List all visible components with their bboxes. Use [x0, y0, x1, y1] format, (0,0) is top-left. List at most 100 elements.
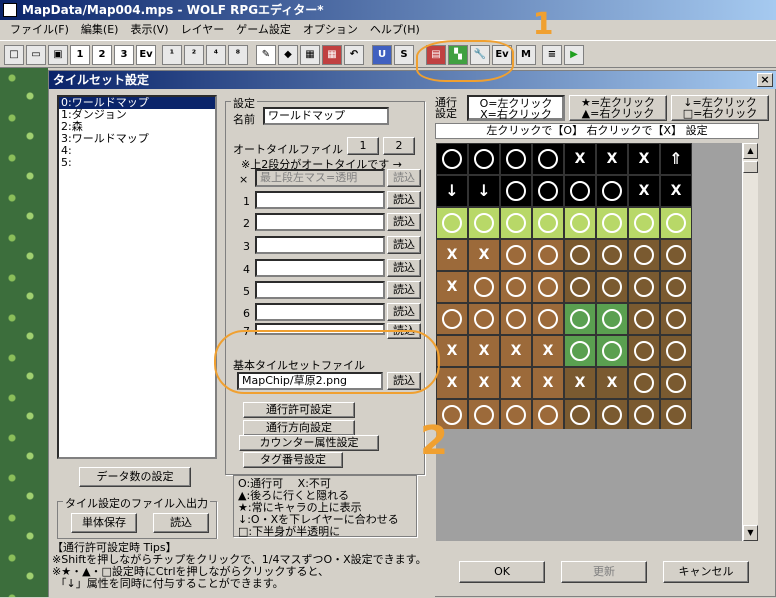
- tile-cell[interactable]: [660, 335, 692, 367]
- tile-cell[interactable]: [436, 303, 468, 335]
- menu-help[interactable]: ヘルプ(H): [364, 20, 426, 39]
- tile-cell[interactable]: [660, 271, 692, 303]
- tile-cell[interactable]: [468, 207, 500, 239]
- user-db-icon[interactable]: U: [372, 45, 392, 65]
- layer-3-button[interactable]: 3: [114, 45, 134, 65]
- tile-cell[interactable]: [532, 303, 564, 335]
- tile-cell[interactable]: [596, 175, 628, 207]
- tile-cell[interactable]: ↓: [468, 175, 500, 207]
- tile-cell[interactable]: [628, 239, 660, 271]
- tile-cell[interactable]: X: [436, 367, 468, 399]
- tile-cell[interactable]: [436, 207, 468, 239]
- autotile-field-1[interactable]: [255, 191, 385, 209]
- tile-cell[interactable]: [564, 399, 596, 429]
- tile-cell[interactable]: [500, 239, 532, 271]
- tile-cell[interactable]: [596, 335, 628, 367]
- tile-cell[interactable]: [564, 335, 596, 367]
- autotile-page-2-button[interactable]: 2: [383, 137, 415, 155]
- tile-cell[interactable]: X: [500, 367, 532, 399]
- autotile-field-5[interactable]: [255, 281, 385, 299]
- new-file-icon[interactable]: □: [4, 45, 24, 65]
- cancel-button[interactable]: キャンセル: [663, 561, 749, 583]
- tile-cell[interactable]: [628, 271, 660, 303]
- tile-cell[interactable]: X: [500, 335, 532, 367]
- tile-cell[interactable]: [564, 207, 596, 239]
- mode-arrow-button[interactable]: ↓=左クリック □=右クリック: [671, 95, 769, 121]
- tile-cell[interactable]: [532, 143, 564, 175]
- tile-cell[interactable]: [564, 303, 596, 335]
- tile-cell[interactable]: [500, 271, 532, 303]
- sys-db-icon[interactable]: S: [394, 45, 414, 65]
- autotile-page-1-button[interactable]: 1: [347, 137, 379, 155]
- tile-cell[interactable]: [468, 143, 500, 175]
- tile-cell[interactable]: X: [436, 271, 468, 303]
- autotile-read-button-5[interactable]: 読込: [387, 281, 421, 299]
- tile-cell[interactable]: X: [468, 335, 500, 367]
- menu-options[interactable]: オプション: [297, 20, 364, 39]
- tile-cell[interactable]: X: [468, 367, 500, 399]
- tile-cell[interactable]: [500, 399, 532, 429]
- menu-edit[interactable]: 編集(E): [75, 20, 125, 39]
- tile-cell[interactable]: X: [564, 143, 596, 175]
- save-single-button[interactable]: 単体保存: [71, 513, 137, 533]
- autotile-field-2[interactable]: [255, 213, 385, 231]
- tile-cell[interactable]: [596, 239, 628, 271]
- tile-cell[interactable]: [596, 271, 628, 303]
- tile-cell[interactable]: [532, 207, 564, 239]
- tile-cell[interactable]: [660, 399, 692, 429]
- tile-cell[interactable]: [628, 207, 660, 239]
- tile-cell[interactable]: X: [436, 239, 468, 271]
- tile-cell[interactable]: X: [532, 367, 564, 399]
- tile-cell[interactable]: X: [564, 367, 596, 399]
- tile-scrollbar[interactable]: ▲ ▼: [742, 143, 758, 541]
- tile-cell[interactable]: X: [436, 335, 468, 367]
- tile-cell[interactable]: ⇑: [660, 143, 692, 175]
- tile-cell[interactable]: [468, 271, 500, 303]
- autotile-field-4[interactable]: [255, 259, 385, 277]
- tag-setting-button[interactable]: タグ番号設定: [243, 452, 343, 468]
- tile-cell[interactable]: [596, 303, 628, 335]
- load-button[interactable]: 読込: [153, 513, 209, 533]
- autotile-field-3[interactable]: [255, 236, 385, 254]
- tile-cell[interactable]: [660, 239, 692, 271]
- tile-grid[interactable]: X X X ⇑ ↓ ↓ X X X X X X X X X X X X X X X: [436, 143, 692, 429]
- tile-cell[interactable]: [628, 335, 660, 367]
- data-count-button[interactable]: データ数の設定: [79, 467, 191, 487]
- tile-cell[interactable]: X: [532, 335, 564, 367]
- tile-cell[interactable]: [468, 399, 500, 429]
- pencil-icon[interactable]: ✎: [256, 45, 276, 65]
- zoom-2-icon[interactable]: ²: [184, 45, 204, 65]
- pass-setting-button[interactable]: 通行許可設定: [243, 402, 355, 418]
- tile-cell[interactable]: [628, 367, 660, 399]
- list-item[interactable]: 3:ワールドマップ: [59, 133, 215, 145]
- zoom-8-icon[interactable]: ⁸: [228, 45, 248, 65]
- list-item[interactable]: 4:: [59, 145, 215, 157]
- tile-cell[interactable]: [660, 303, 692, 335]
- tile-cell[interactable]: [596, 399, 628, 429]
- counter-setting-button[interactable]: カウンター属性設定: [239, 435, 379, 451]
- tile-cell[interactable]: [500, 207, 532, 239]
- menu-layer[interactable]: レイヤー: [175, 20, 231, 39]
- tile-cell[interactable]: [532, 175, 564, 207]
- tile-cell[interactable]: X: [660, 175, 692, 207]
- tile-cell[interactable]: [564, 239, 596, 271]
- tile-cell[interactable]: [564, 175, 596, 207]
- autotile-read-button-2[interactable]: 読込: [387, 213, 421, 231]
- tile-cell[interactable]: [436, 143, 468, 175]
- tile-cell[interactable]: [532, 399, 564, 429]
- tile-cell[interactable]: [660, 207, 692, 239]
- open-file-icon[interactable]: ▭: [26, 45, 46, 65]
- fill-icon[interactable]: ◆: [278, 45, 298, 65]
- zoom-4-icon[interactable]: ⁴: [206, 45, 226, 65]
- tile-cell[interactable]: [532, 271, 564, 303]
- undo-icon[interactable]: ↶: [344, 45, 364, 65]
- tile-cell[interactable]: [596, 207, 628, 239]
- autotile-read-button-4[interactable]: 読込: [387, 259, 421, 277]
- scroll-down-icon[interactable]: ▼: [743, 525, 758, 541]
- tile-cell[interactable]: [564, 271, 596, 303]
- menu-file[interactable]: ファイル(F): [4, 20, 75, 39]
- menu-game-settings[interactable]: ゲーム設定: [230, 20, 297, 39]
- tileset-list[interactable]: 0:ワールドマップ 1:ダンジョン 2:森 3:ワールドマップ 4: 5:: [57, 95, 217, 459]
- autotile-read-button-1[interactable]: 読込: [387, 191, 421, 209]
- save-icon[interactable]: ▣: [48, 45, 68, 65]
